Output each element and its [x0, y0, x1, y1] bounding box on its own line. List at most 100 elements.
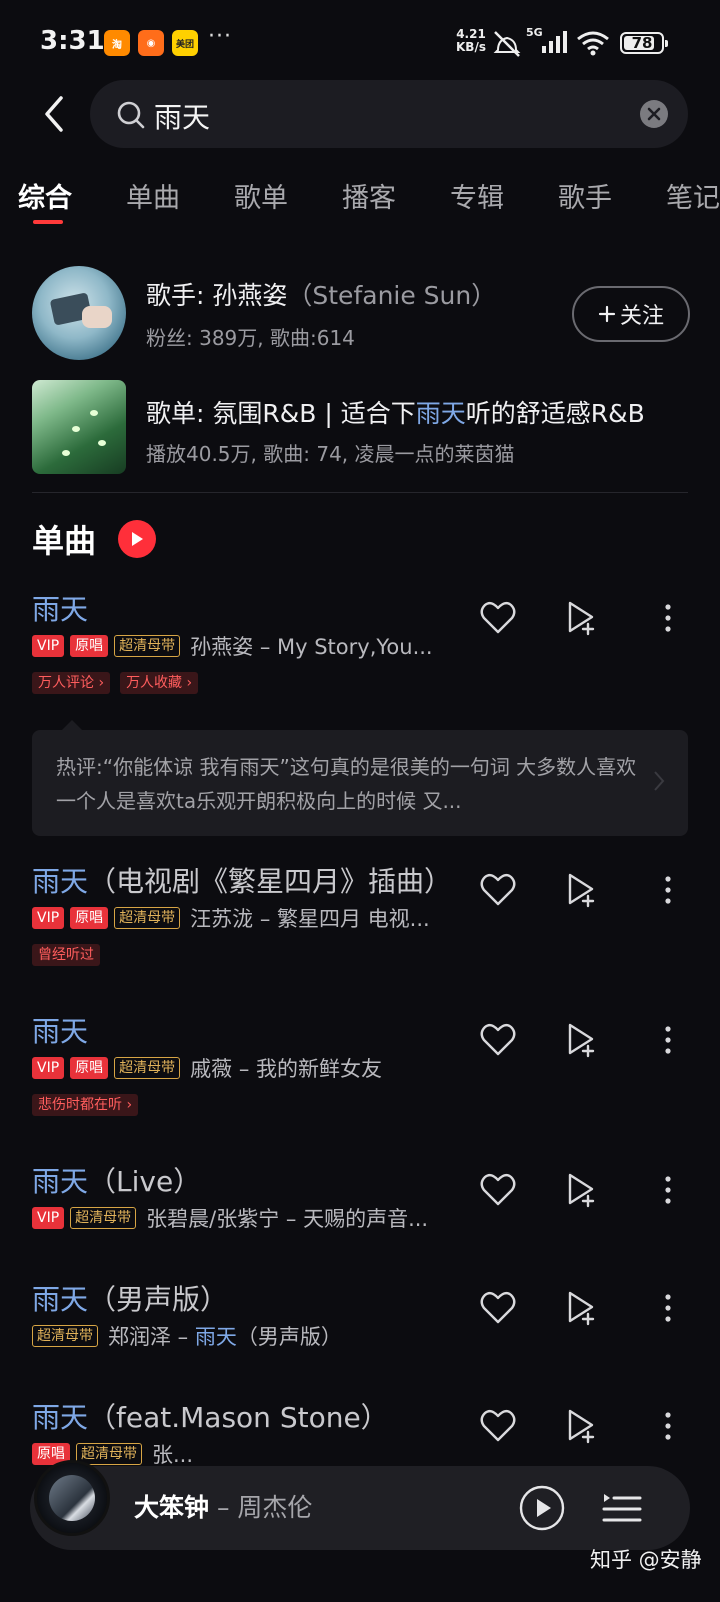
- hq-master-badge: 超清母带: [114, 635, 181, 657]
- cell-signal-icon: [542, 31, 567, 53]
- song-meta: VIP 原唱 超清母带 汪苏泷 – 繁星四月 电视...: [32, 904, 430, 932]
- like-button[interactable]: [476, 868, 520, 912]
- tab-albums[interactable]: 专辑: [450, 176, 504, 215]
- tab-songs[interactable]: 单曲: [126, 176, 180, 215]
- avatar-hand: [82, 306, 112, 328]
- divider: [32, 492, 688, 493]
- original-badge: 原唱: [70, 907, 109, 929]
- song-title: 雨天（电视剧《繁星四月》插曲）: [32, 860, 452, 900]
- clear-search-button[interactable]: [640, 100, 668, 128]
- now-playing-song: 大笨钟: [134, 1493, 210, 1522]
- add-to-playlist-button[interactable]: [560, 596, 604, 640]
- vip-badge: VIP: [32, 907, 65, 929]
- more-options-button[interactable]: [646, 1404, 690, 1448]
- wifi-icon: [577, 31, 609, 56]
- mute-icon: [493, 31, 521, 57]
- tab-all[interactable]: 综合: [18, 176, 72, 215]
- tab-notes[interactable]: 笔记: [666, 176, 720, 215]
- back-button[interactable]: [34, 92, 74, 136]
- meituan-icon: 美团: [172, 30, 198, 56]
- search-icon: [117, 101, 145, 129]
- tab-artists[interactable]: 歌手: [558, 176, 612, 215]
- song-artist-album: 戚薇 – 我的新鲜女友: [190, 1057, 383, 1081]
- now-playing-title[interactable]: 大笨钟 – 周杰伦: [134, 1488, 312, 1524]
- song-artist-album: 张...: [152, 1443, 194, 1467]
- play-all-button[interactable]: [118, 520, 156, 558]
- song-title: 雨天: [32, 1010, 88, 1050]
- song-artist-album: 汪苏泷 – 繁星四月 电视...: [190, 907, 430, 931]
- song-tags: 悲伤时都在听 ›: [32, 1094, 148, 1116]
- song-meta: VIP 原唱 超清母带 戚薇 – 我的新鲜女友: [32, 1054, 382, 1082]
- network-speed: 4.21 KB/s: [456, 28, 486, 54]
- hq-master-badge: 超清母带: [32, 1325, 98, 1347]
- play-next-icon: [568, 1023, 595, 1058]
- song-title: 雨天（feat.Mason Stone）: [32, 1396, 389, 1436]
- search-input[interactable]: 雨天: [90, 80, 688, 148]
- play-icon: [132, 532, 143, 546]
- artist-avatar[interactable]: [32, 266, 126, 360]
- like-button[interactable]: [476, 1404, 520, 1448]
- artist-title[interactable]: 歌手: 孙燕姿（Stefanie Sun）: [146, 276, 496, 312]
- net-speed-unit: KB/s: [456, 40, 486, 54]
- artist-part: 郑润泽 –: [108, 1325, 195, 1349]
- song-meta: VIP 超清母带 张碧晨/张紫宁 – 天赐的声音...: [32, 1204, 428, 1232]
- album-art: [49, 1475, 95, 1521]
- add-to-playlist-button[interactable]: [560, 868, 604, 912]
- artist-name: 孙燕姿: [212, 281, 288, 310]
- more-vertical-icon: [665, 604, 671, 632]
- artist-en-name: （Stefanie Sun）: [287, 281, 497, 310]
- playlist-cover[interactable]: [32, 380, 126, 474]
- song-artist-album: 张碧晨/张紫宁 – 天赐的声音...: [146, 1207, 429, 1231]
- original-badge: 原唱: [70, 635, 109, 657]
- vip-badge: VIP: [32, 635, 65, 657]
- more-vertical-icon: [665, 1412, 671, 1440]
- tab-playlists[interactable]: 歌单: [234, 176, 288, 215]
- like-button[interactable]: [476, 1286, 520, 1330]
- like-button[interactable]: [476, 1168, 520, 1212]
- add-to-playlist-button[interactable]: [560, 1404, 604, 1448]
- more-options-button[interactable]: [646, 596, 690, 640]
- song-tag[interactable]: 万人评论 ›: [32, 672, 111, 694]
- search-query[interactable]: 雨天: [154, 96, 210, 136]
- clock: 3:31: [40, 26, 105, 56]
- close-icon: [647, 107, 661, 121]
- play-pause-button[interactable]: [518, 1484, 566, 1532]
- now-playing-artist: – 周杰伦: [209, 1493, 313, 1522]
- like-button[interactable]: [476, 596, 520, 640]
- more-vertical-icon: [665, 1176, 671, 1204]
- more-options-button[interactable]: [646, 1286, 690, 1330]
- song-meta: VIP 原唱 超清母带 孙燕姿 – My Story,You...: [32, 632, 433, 660]
- tab-podcasts[interactable]: 播客: [342, 176, 396, 215]
- now-playing-cover[interactable]: [34, 1460, 110, 1536]
- song-tag[interactable]: 悲伤时都在听 ›: [32, 1094, 139, 1116]
- playlist-title[interactable]: 歌单: 氛围R&B | 适合下雨天听的舒适感R&B: [146, 394, 645, 430]
- song-tag[interactable]: 万人收藏 ›: [120, 672, 199, 694]
- heart-icon: [480, 1291, 516, 1324]
- heart-icon: [480, 601, 516, 634]
- add-to-playlist-button[interactable]: [560, 1286, 604, 1330]
- battery-level: 78: [631, 34, 653, 52]
- song-title-sub: （feat.Mason Stone）: [88, 1401, 389, 1434]
- playlist-queue-button[interactable]: [600, 1486, 644, 1530]
- song-title-main: 雨天: [32, 865, 89, 898]
- hot-comment[interactable]: 热评:“你能体谅 我有雨天”这句真的是很美的一句词 大多数人喜欢一个人是喜欢ta…: [32, 720, 688, 836]
- more-options-button[interactable]: [646, 1168, 690, 1212]
- mini-player[interactable]: 大笨钟 – 周杰伦: [30, 1460, 690, 1550]
- more-options-button[interactable]: [646, 1018, 690, 1062]
- song-title-main: 雨天: [32, 593, 89, 626]
- play-next-icon: [568, 1173, 595, 1208]
- more-notifications-icon: ···: [208, 24, 232, 49]
- add-to-playlist-button[interactable]: [560, 1018, 604, 1062]
- more-options-button[interactable]: [646, 868, 690, 912]
- song-title-sub: （电视剧《繁星四月》插曲）: [88, 865, 453, 898]
- add-to-playlist-button[interactable]: [560, 1168, 604, 1212]
- song-title: 雨天（男声版）: [32, 1278, 228, 1318]
- battery-indicator: 78: [620, 32, 668, 54]
- playlist-title-highlight: 雨天: [415, 399, 466, 428]
- taobao-icon: 淘: [104, 30, 130, 56]
- song-title: 雨天（Live）: [32, 1160, 201, 1200]
- follow-button[interactable]: 关注: [572, 286, 690, 342]
- like-button[interactable]: [476, 1018, 520, 1062]
- chevron-right-icon: [654, 771, 665, 791]
- heart-icon: [480, 1409, 516, 1442]
